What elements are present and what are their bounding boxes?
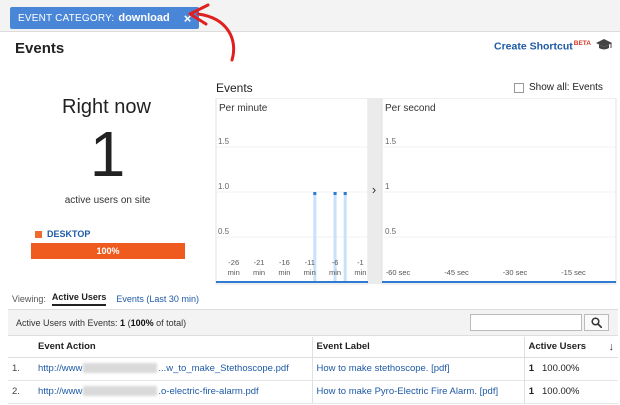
table-search-input[interactable] <box>470 314 582 331</box>
event-label-link[interactable]: How to make stethoscope. [pdf] <box>317 363 450 374</box>
col-event-action-header[interactable]: Event Action <box>34 337 312 358</box>
event-label-link[interactable]: How to make Pyro-Electric Fire Alarm. [p… <box>317 386 499 397</box>
event-label-cell: How to make Pyro-Electric Fire Alarm. [p… <box>311 380 524 404</box>
redacted-text <box>83 363 158 374</box>
x-tick-unit: min <box>228 268 240 277</box>
summary-count: 1 <box>120 318 126 328</box>
events-table: Event Action Event Label Active Users ↓ … <box>8 337 618 404</box>
row-number: 1. <box>8 357 34 381</box>
y-tick-label-second: 1 <box>385 182 390 191</box>
right-now-heading: Right now <box>62 96 151 118</box>
x-tick-unit: min <box>354 268 366 277</box>
x-tick-unit: min <box>304 268 316 277</box>
y-tick-label: 1.0 <box>218 182 230 191</box>
y-tick-label-second: 1.5 <box>385 137 397 146</box>
chart-title: Events <box>216 81 253 95</box>
show-all-checkbox[interactable] <box>514 82 524 93</box>
active-users-pct: 100.00% <box>538 380 618 404</box>
x-tick-label-second: -30 sec <box>503 268 528 277</box>
event-action-link[interactable]: http://www .o-electric-fire-alarm.pdf <box>38 386 259 397</box>
x-tick-label-second: -45 sec <box>444 268 469 277</box>
event-action-prefix: http://www <box>38 363 83 374</box>
education-cap-icon[interactable] <box>596 39 612 51</box>
event-bar-top <box>333 192 337 195</box>
summary-text: Active Users with Events: 1 (100% of tot… <box>16 318 186 328</box>
table-row: 2. http://www .o-electric-fire-alarm.pdf … <box>8 380 618 404</box>
col-active-users-header[interactable]: Active Users ↓ <box>523 337 618 358</box>
table-header-row: Event Action Event Label Active Users ↓ <box>8 337 618 358</box>
active-users-header-label: Active Users <box>528 340 587 352</box>
filter-bar: EVENT CATEGORY: download × <box>0 0 620 32</box>
event-bar-top <box>313 192 317 195</box>
show-all-toggle[interactable]: Show all: Events <box>514 82 603 93</box>
x-tick-label: -6 <box>332 258 339 267</box>
tab-active-users[interactable]: Active Users <box>51 292 107 306</box>
device-percent-text: 100% <box>96 246 120 256</box>
per-second-label: Per second <box>385 103 436 114</box>
device-label: DESKTOP <box>47 229 91 239</box>
beta-badge: BETA <box>573 40 591 47</box>
col-event-label-header[interactable]: Event Label <box>311 337 524 358</box>
summary-bar: Active Users with Events: 1 (100% of tot… <box>8 309 618 336</box>
summary-pct: 100% <box>130 318 154 328</box>
create-shortcut-label: Create Shortcut <box>494 40 573 53</box>
x-tick-label: -26 <box>228 258 239 267</box>
x-tick-label: -1 <box>357 258 364 267</box>
tab-events-last-30-min[interactable]: Events (Last 30 min) <box>116 294 199 304</box>
filter-key: EVENT CATEGORY: <box>18 12 115 24</box>
event-action-link[interactable]: http://www ...w_to_make_Stethoscope.pdf <box>38 363 289 374</box>
x-tick-label: -21 <box>254 258 265 267</box>
search-icon <box>591 317 602 328</box>
filter-value: download <box>118 12 170 24</box>
event-action-suffix: .o-electric-fire-alarm.pdf <box>158 386 259 397</box>
x-tick-unit: min <box>253 268 265 277</box>
device-percent-bar: 100% <box>31 243 185 259</box>
search-button[interactable] <box>584 314 609 331</box>
x-tick-label-second: -15 sec <box>561 268 586 277</box>
event-action-cell: http://www ...w_to_make_Stethoscope.pdf <box>34 357 312 381</box>
redacted-text <box>83 386 158 397</box>
table-row: 1. http://www ...w_to_make_Stethoscope.pd… <box>8 357 618 381</box>
x-tick-label: -16 <box>279 258 290 267</box>
active-users-pct: 100.00% <box>538 357 618 381</box>
x-tick-label: -11 <box>305 258 315 267</box>
event-label-cell: How to make stethoscope. [pdf] <box>311 357 524 381</box>
y-tick-label-second: 0.5 <box>385 227 397 236</box>
col-num-header <box>8 337 34 358</box>
summary-pct-rest: of total) <box>153 318 187 328</box>
y-tick-label: 0.5 <box>218 227 230 236</box>
active-users-label: active users on site <box>64 195 151 206</box>
desktop-swatch <box>35 230 42 238</box>
expand-chevron-icon: › <box>372 182 376 197</box>
x-tick-label-second: -60 sec <box>386 268 411 277</box>
active-users-value: 1 <box>523 357 538 381</box>
active-users-value: 1 <box>523 380 538 404</box>
row-number: 2. <box>8 380 34 404</box>
event-action-prefix: http://www <box>38 386 83 397</box>
x-tick-unit: min <box>278 268 290 277</box>
summary-prefix: Active Users with Events: <box>16 318 118 328</box>
event-action-cell: http://www .o-electric-fire-alarm.pdf <box>34 380 312 404</box>
event-bar <box>343 192 347 282</box>
x-tick-unit: min <box>329 268 341 277</box>
page-title: Events <box>15 40 65 57</box>
viewing-label: Viewing: <box>12 294 46 304</box>
y-tick-label: 1.5 <box>218 137 230 146</box>
show-all-label: Show all: Events <box>529 82 603 93</box>
create-shortcut-link[interactable]: Create ShortcutBETA <box>494 40 591 53</box>
device-legend: DESKTOP <box>35 229 90 239</box>
viewing-tabs: Viewing: Active Users Events (Last 30 mi… <box>12 292 199 306</box>
per-second-panel <box>381 98 617 285</box>
event-action-suffix: ...w_to_make_Stethoscope.pdf <box>158 363 289 374</box>
per-minute-label: Per minute <box>219 103 268 114</box>
events-chart: › Per minute Per second 1.5 1.5 1.0 1 0.5 0.5 -26… <box>215 98 617 285</box>
active-users-count: 1 <box>89 118 126 190</box>
event-bar-top <box>343 192 347 195</box>
annotation-arrow-icon <box>188 3 236 62</box>
sort-descending-icon[interactable]: ↓ <box>609 341 615 353</box>
